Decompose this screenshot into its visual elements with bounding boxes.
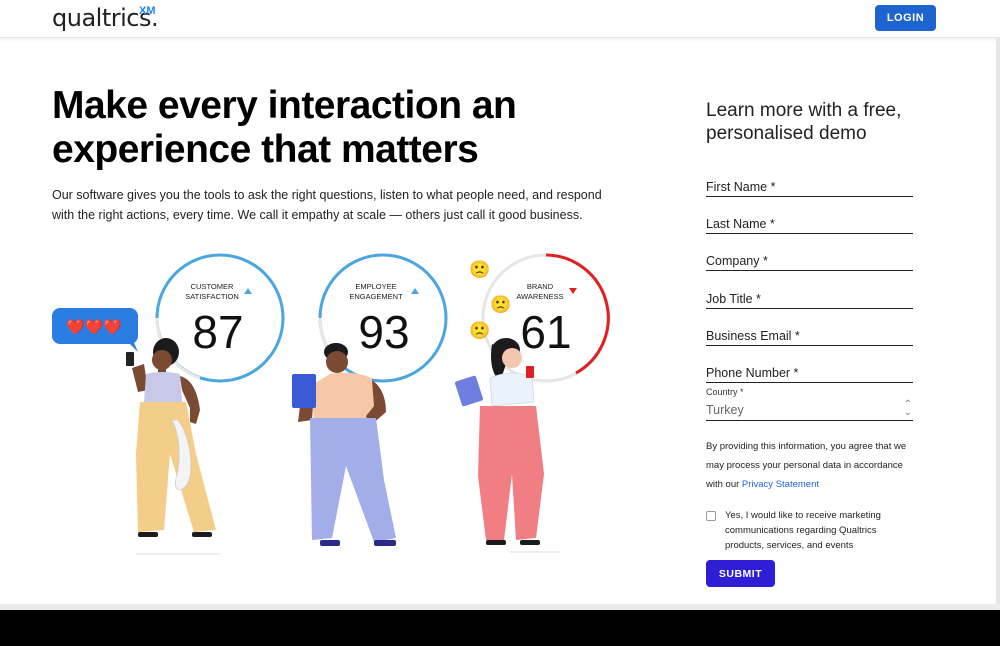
form-title: Learn more with a free, personalised dem… xyxy=(706,100,902,144)
metric-label-line-2: ENGAGEMENT xyxy=(349,292,403,301)
metric-value: 93 xyxy=(358,306,409,358)
hero-title: Make every interaction an experience tha… xyxy=(52,84,612,172)
submit-button[interactable]: SUBMIT xyxy=(706,560,775,587)
hero-title-line-1: Make every interaction an xyxy=(52,84,517,127)
last-name-label: Last Name * xyxy=(706,217,775,231)
metric-label-line-2: AWARENESS xyxy=(516,292,563,301)
hero-description: Our software gives you the tools to ask … xyxy=(52,188,602,222)
consent-text: By providing this information, you agree… xyxy=(706,437,916,494)
country-value: Turkey xyxy=(706,403,744,417)
sad-face-icon: 🙁 xyxy=(469,260,490,280)
last-name-field[interactable]: Last Name * xyxy=(706,212,913,234)
metric-label-line-1: EMPLOYEE xyxy=(355,282,396,291)
first-name-label: First Name * xyxy=(706,180,776,194)
privacy-statement-link[interactable]: Privacy Statement xyxy=(742,479,819,490)
metric-label-line-1: BRAND xyxy=(527,282,554,291)
logo-xm-mark: XM xyxy=(139,5,156,17)
chat-bubble-hearts: ❤️❤️❤️ xyxy=(66,318,122,336)
phone-number-label: Phone Number * xyxy=(706,366,799,380)
select-chevron-icon: ⌃ ⌄ xyxy=(903,399,912,418)
country-select[interactable]: Turkey ⌃ ⌄ xyxy=(706,400,913,421)
metric-label-line-1: CUSTOMER xyxy=(191,282,234,291)
job-title-field[interactable]: Job Title * xyxy=(706,287,913,309)
hero-title-line-2: experience that matters xyxy=(52,128,479,171)
metric-value: 61 xyxy=(520,306,571,358)
business-email-label: Business Email * xyxy=(706,329,800,343)
sad-face-icon: 🙁 xyxy=(469,321,490,341)
metric-label-line-2: SATISFACTION xyxy=(185,292,239,301)
chat-bubble: ❤️❤️❤️ xyxy=(52,308,138,352)
job-title-label: Job Title * xyxy=(706,292,761,306)
metric-customer-satisfaction: CUSTOMER SATISFACTION 87 xyxy=(155,253,285,383)
top-header: qualtrics. XM LOGIN xyxy=(0,0,1000,38)
company-field[interactable]: Company * xyxy=(706,249,913,271)
sad-face-icon: 🙁 xyxy=(490,295,511,315)
metric-value: 87 xyxy=(192,306,243,358)
metrics-illustration: ❤️❤️❤️ CUSTOMER SATISFACTION 87 EMPLOYEE… xyxy=(52,253,611,555)
marketing-checkbox[interactable] xyxy=(706,511,716,521)
business-email-field[interactable]: Business Email * xyxy=(706,324,913,346)
scrollbar-track[interactable] xyxy=(996,38,1000,610)
first-name-field[interactable]: First Name * xyxy=(706,175,913,197)
marketing-checkbox-label: Yes, I would like to receive marketing c… xyxy=(725,510,881,551)
company-label: Company * xyxy=(706,254,768,268)
phone-number-field[interactable]: Phone Number * xyxy=(706,361,913,383)
country-label: Country * xyxy=(706,387,744,397)
login-button[interactable]: LOGIN xyxy=(875,5,936,31)
footer-bar xyxy=(0,610,1000,646)
